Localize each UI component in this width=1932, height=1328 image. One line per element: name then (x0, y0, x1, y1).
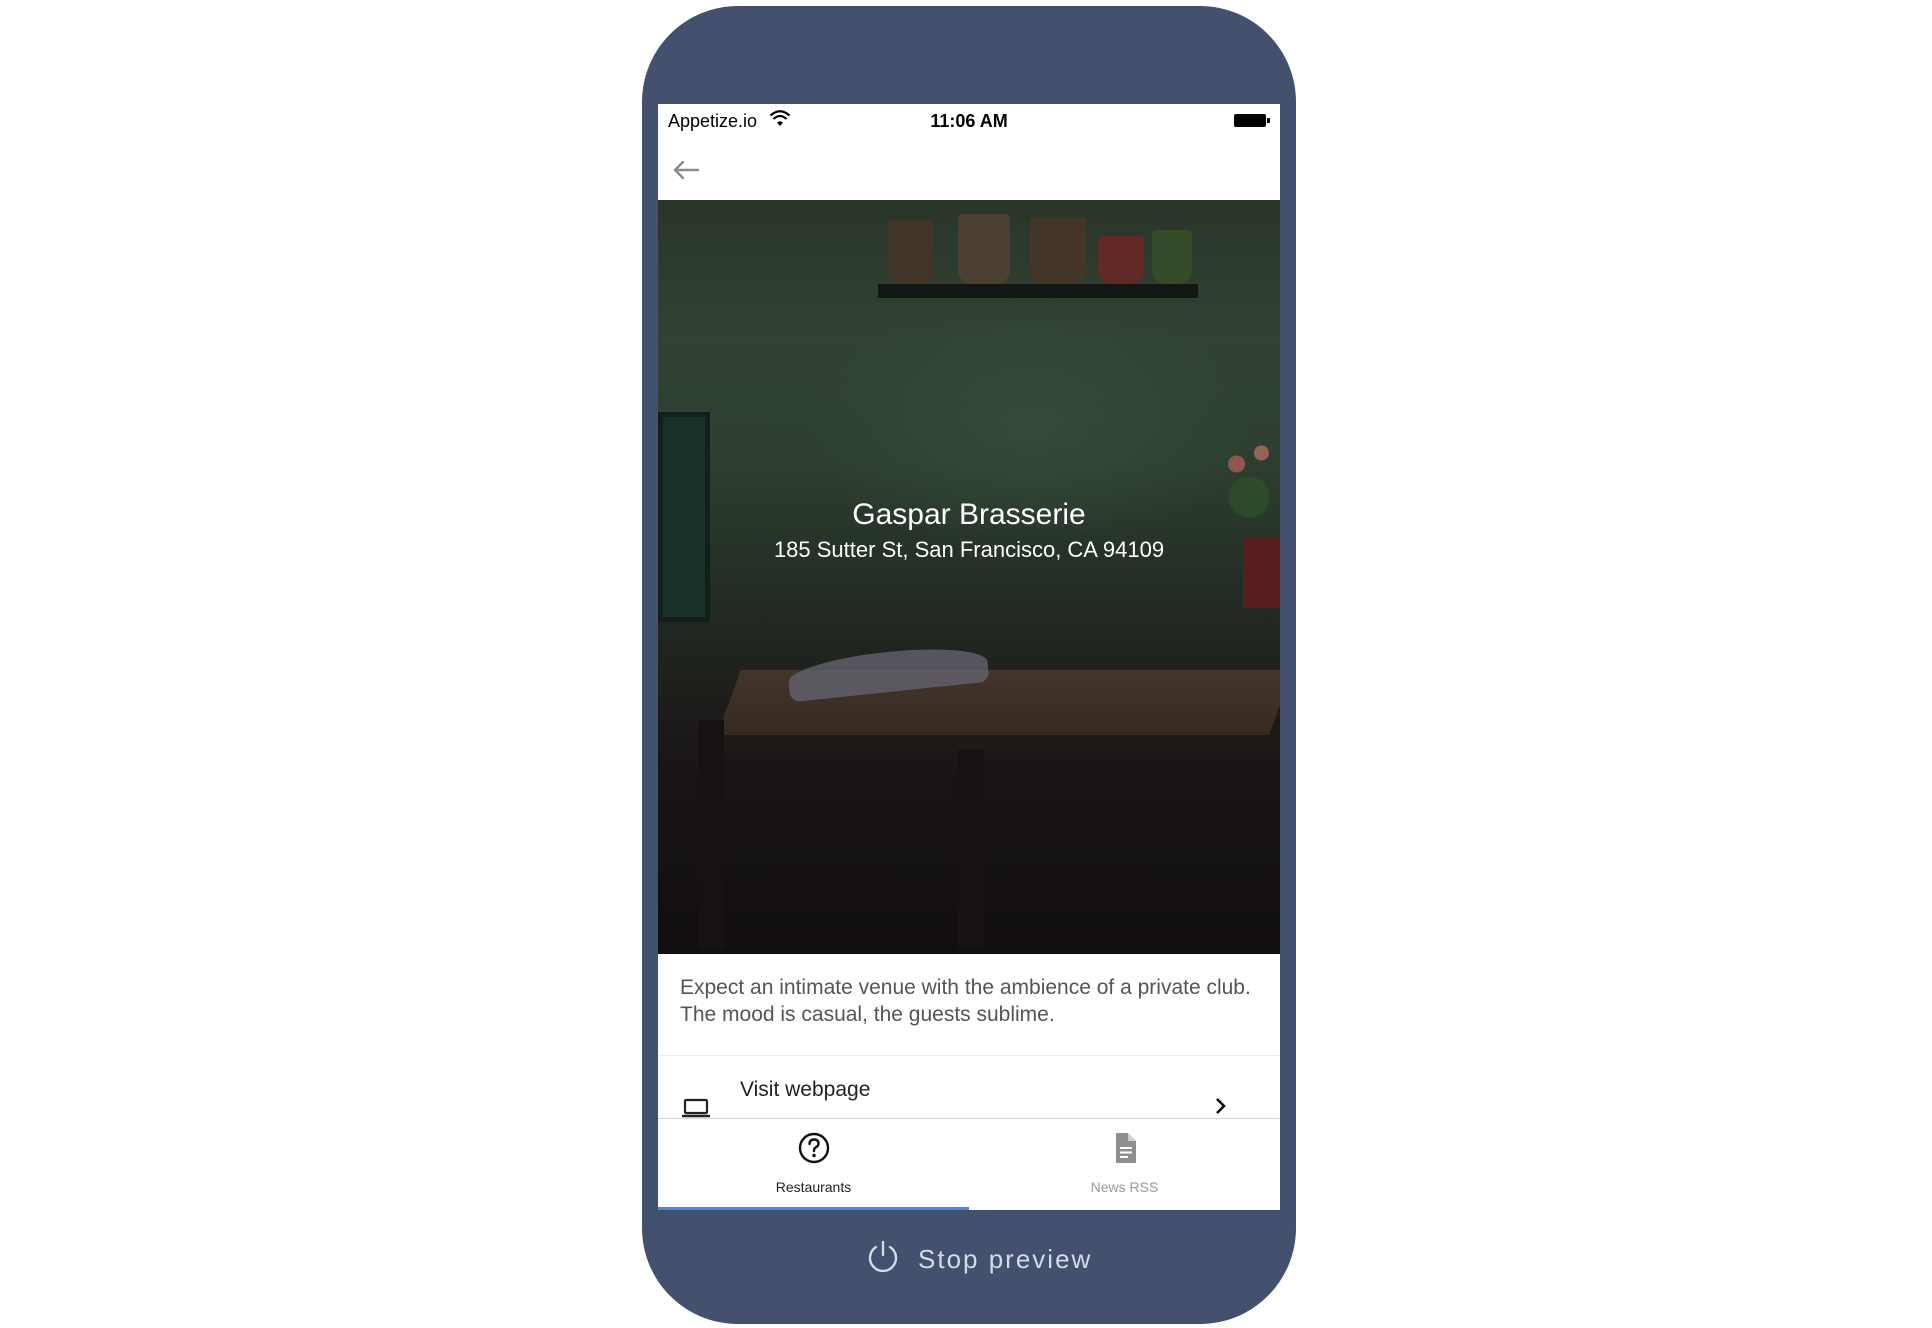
hero-caption: Gaspar Brasserie 185 Sutter St, San Fran… (658, 496, 1280, 564)
laptop-icon (682, 1098, 710, 1118)
restaurant-address: 185 Sutter St, San Francisco, CA 94109 (773, 537, 1165, 562)
tab-restaurants[interactable]: Restaurants (658, 1119, 969, 1210)
help-circle-icon (798, 1132, 830, 1164)
tab-bar: Restaurants News RSS (658, 1118, 1280, 1210)
visit-webpage-label: Visit webpage (740, 1078, 871, 1101)
visit-webpage-row[interactable]: Visit webpage (658, 1056, 1280, 1118)
hero-dim-overlay (658, 200, 1280, 954)
battery-icon (1234, 114, 1270, 127)
restaurant-name: Gaspar Brasserie (852, 498, 1086, 531)
back-arrow-icon[interactable] (670, 154, 702, 186)
restaurant-hero-image: Gaspar Brasserie 185 Sutter St, San Fran… (658, 200, 1280, 954)
stop-preview-label: Stop preview (918, 1244, 1093, 1274)
tab-news-rss-label: News RSS (1090, 1179, 1159, 1195)
power-icon (868, 1240, 898, 1273)
status-time: 11:06 AM (930, 111, 1008, 131)
tab-restaurants-label: Restaurants (775, 1179, 852, 1195)
restaurant-description: Expect an intimate venue with the ambien… (680, 976, 1251, 1026)
chevron-right-icon (1216, 1098, 1226, 1114)
document-icon (1116, 1133, 1136, 1163)
status-bar: Appetize.io 11:06 AM (658, 104, 1280, 138)
nav-bar (658, 138, 1280, 200)
phone-screen: Appetize.io 11:06 AM Gaspar Brasserie 18… (658, 104, 1280, 1210)
active-tab-indicator (658, 1207, 969, 1210)
tab-news-rss[interactable]: News RSS (969, 1119, 1280, 1210)
